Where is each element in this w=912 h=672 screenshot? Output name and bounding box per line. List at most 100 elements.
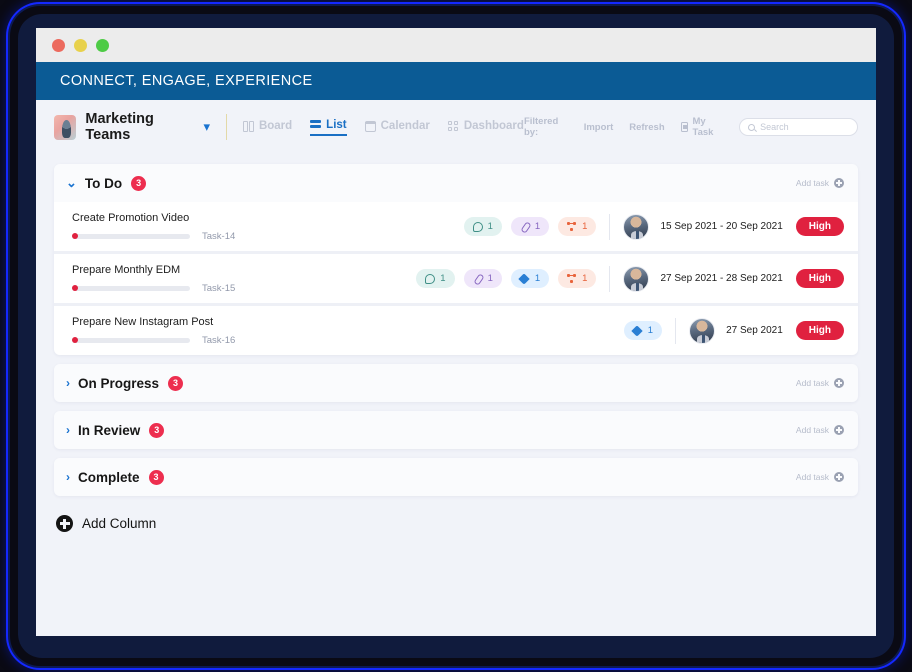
group-count-badge: 3	[168, 375, 184, 391]
chip-tag-count: 1	[647, 325, 654, 336]
group-count-badge: 3	[131, 175, 147, 191]
dashboard-icon	[447, 120, 459, 131]
search-input[interactable]	[760, 122, 849, 132]
add-task-button[interactable]: Add task	[796, 178, 844, 188]
chip-tag[interactable]: 1	[510, 269, 550, 288]
add-task-button[interactable]: Add task	[796, 425, 844, 435]
my-task-label: My Task	[692, 116, 714, 138]
chevron-right-icon[interactable]: ›	[66, 470, 70, 484]
window-close-button[interactable]	[52, 38, 65, 52]
board-group: › On Progress 3 Add task	[54, 364, 858, 402]
chip-tag[interactable]: 1	[623, 321, 663, 340]
plus-icon	[834, 425, 844, 435]
chevron-right-icon[interactable]: ›	[66, 423, 70, 437]
group-header[interactable]: › Complete 3 Add task	[54, 458, 858, 496]
task-row[interactable]: Create Promotion Video Task-14 1 1 1 15 Sep 2…	[54, 202, 858, 251]
task-code: Task-16	[202, 334, 236, 346]
avatar[interactable]	[623, 265, 650, 292]
chevron-down-icon[interactable]: ▾	[204, 119, 211, 135]
tab-list[interactable]: List	[310, 119, 347, 136]
window-maximize-button[interactable]	[96, 38, 109, 52]
add-task-button[interactable]: Add task	[796, 378, 844, 388]
chip-share-count: 1	[582, 273, 588, 284]
task-meta: Task-16	[72, 335, 322, 346]
priority-badge: High	[795, 217, 844, 236]
chip-comment[interactable]: 1	[463, 217, 502, 236]
task-chips: 1	[623, 321, 663, 340]
tab-calendar[interactable]: Calendar	[364, 119, 430, 135]
chip-share[interactable]: 1	[558, 217, 597, 236]
task-row[interactable]: Prepare Monthly EDM Task-15 1 1 1 1 27 Sep 202…	[54, 254, 858, 303]
team-logo-icon	[54, 114, 77, 140]
plus-icon	[834, 378, 844, 388]
add-column-label: Add Column	[82, 516, 157, 531]
task-date: 15 Sep 2021 - 20 Sep 2021	[660, 221, 783, 232]
task-date: 27 Sep 2021	[726, 325, 783, 336]
attach-icon	[520, 222, 530, 232]
chip-attach-count: 1	[534, 221, 541, 232]
team-name-label: Marketing Teams	[85, 111, 154, 143]
chip-share[interactable]: 1	[558, 269, 597, 288]
board-body: ⌄ To Do 3 Add task Create Promotion Video Tas…	[36, 154, 876, 532]
avatar[interactable]	[689, 317, 716, 344]
task-list: Create Promotion Video Task-14 1 1 1 15 Sep 2…	[54, 202, 858, 355]
group-count-badge: 3	[149, 422, 165, 438]
team-selector[interactable]: Marketing Teams ▾	[54, 111, 210, 143]
task-date: 27 Sep 2021 - 28 Sep 2021	[660, 273, 783, 284]
plus-icon	[834, 472, 844, 482]
tag-icon	[520, 274, 530, 284]
add-task-button[interactable]: Add task	[796, 472, 844, 482]
view-tabs: Board List Calendar Dashboard	[242, 119, 524, 136]
task-row-divider	[609, 265, 611, 292]
tab-dashboard[interactable]: Dashboard	[447, 120, 524, 135]
board-group: › In Review 3 Add task	[54, 411, 858, 449]
import-button[interactable]: Import	[584, 122, 614, 133]
refresh-button[interactable]: Refresh	[629, 122, 664, 133]
tag-icon	[633, 326, 643, 336]
avatar[interactable]	[623, 213, 650, 240]
share-icon	[567, 273, 577, 284]
app-banner: CONNECT, ENGAGE, EXPERIENCE	[36, 62, 876, 100]
tab-calendar-label: Calendar	[380, 119, 430, 132]
filtered-by-label[interactable]: Filtered by:	[524, 116, 568, 138]
priority-badge: High	[795, 269, 844, 288]
chip-comment[interactable]: 1	[416, 269, 455, 288]
group-title: In Review	[78, 422, 141, 438]
search-box[interactable]	[739, 118, 858, 136]
plus-circle-icon	[56, 515, 73, 532]
priority-badge: High	[795, 321, 844, 340]
add-task-label: Add task	[795, 178, 829, 188]
chevron-right-icon[interactable]: ›	[66, 376, 70, 390]
chip-tag-count: 1	[534, 273, 541, 284]
group-header[interactable]: › On Progress 3 Add task	[54, 364, 858, 402]
task-progress-bar	[72, 284, 190, 291]
chip-attach[interactable]: 1	[463, 269, 502, 288]
group-title: On Progress	[78, 375, 160, 391]
group-header[interactable]: › In Review 3 Add task	[54, 411, 858, 449]
task-info: Create Promotion Video Task-14	[72, 212, 322, 242]
task-row[interactable]: Prepare New Instagram Post Task-16 1 27 Sep…	[54, 306, 858, 355]
tab-board-label: Board	[258, 119, 293, 132]
share-icon	[567, 221, 577, 232]
task-chips: 1 1 1	[463, 217, 597, 236]
tab-board[interactable]: Board	[242, 119, 293, 135]
add-task-label: Add task	[795, 425, 829, 435]
attach-icon	[473, 274, 483, 284]
board-toolbar: Marketing Teams ▾ Board List Calendar Da…	[36, 100, 876, 154]
progress-indicator-dot	[72, 336, 78, 343]
add-column-button[interactable]: Add Column	[54, 505, 858, 532]
my-task-icon	[680, 122, 689, 132]
my-task-button[interactable]: My Task	[680, 116, 724, 138]
chip-comment-count: 1	[440, 273, 446, 284]
list-icon	[310, 119, 322, 130]
chip-attach[interactable]: 1	[510, 217, 550, 236]
app-window: CONNECT, ENGAGE, EXPERIENCE Marketing Te…	[36, 28, 876, 636]
group-header[interactable]: ⌄ To Do 3 Add task	[54, 164, 858, 202]
progress-indicator-dot	[72, 232, 78, 239]
task-chips: 1 1 1 1	[416, 269, 597, 288]
search-icon	[748, 123, 756, 131]
board-group: ⌄ To Do 3 Add task Create Promotion Video Tas…	[54, 164, 858, 355]
chevron-down-icon[interactable]: ⌄	[66, 175, 77, 191]
window-minimize-button[interactable]	[74, 38, 87, 52]
window-titlebar	[36, 28, 876, 62]
